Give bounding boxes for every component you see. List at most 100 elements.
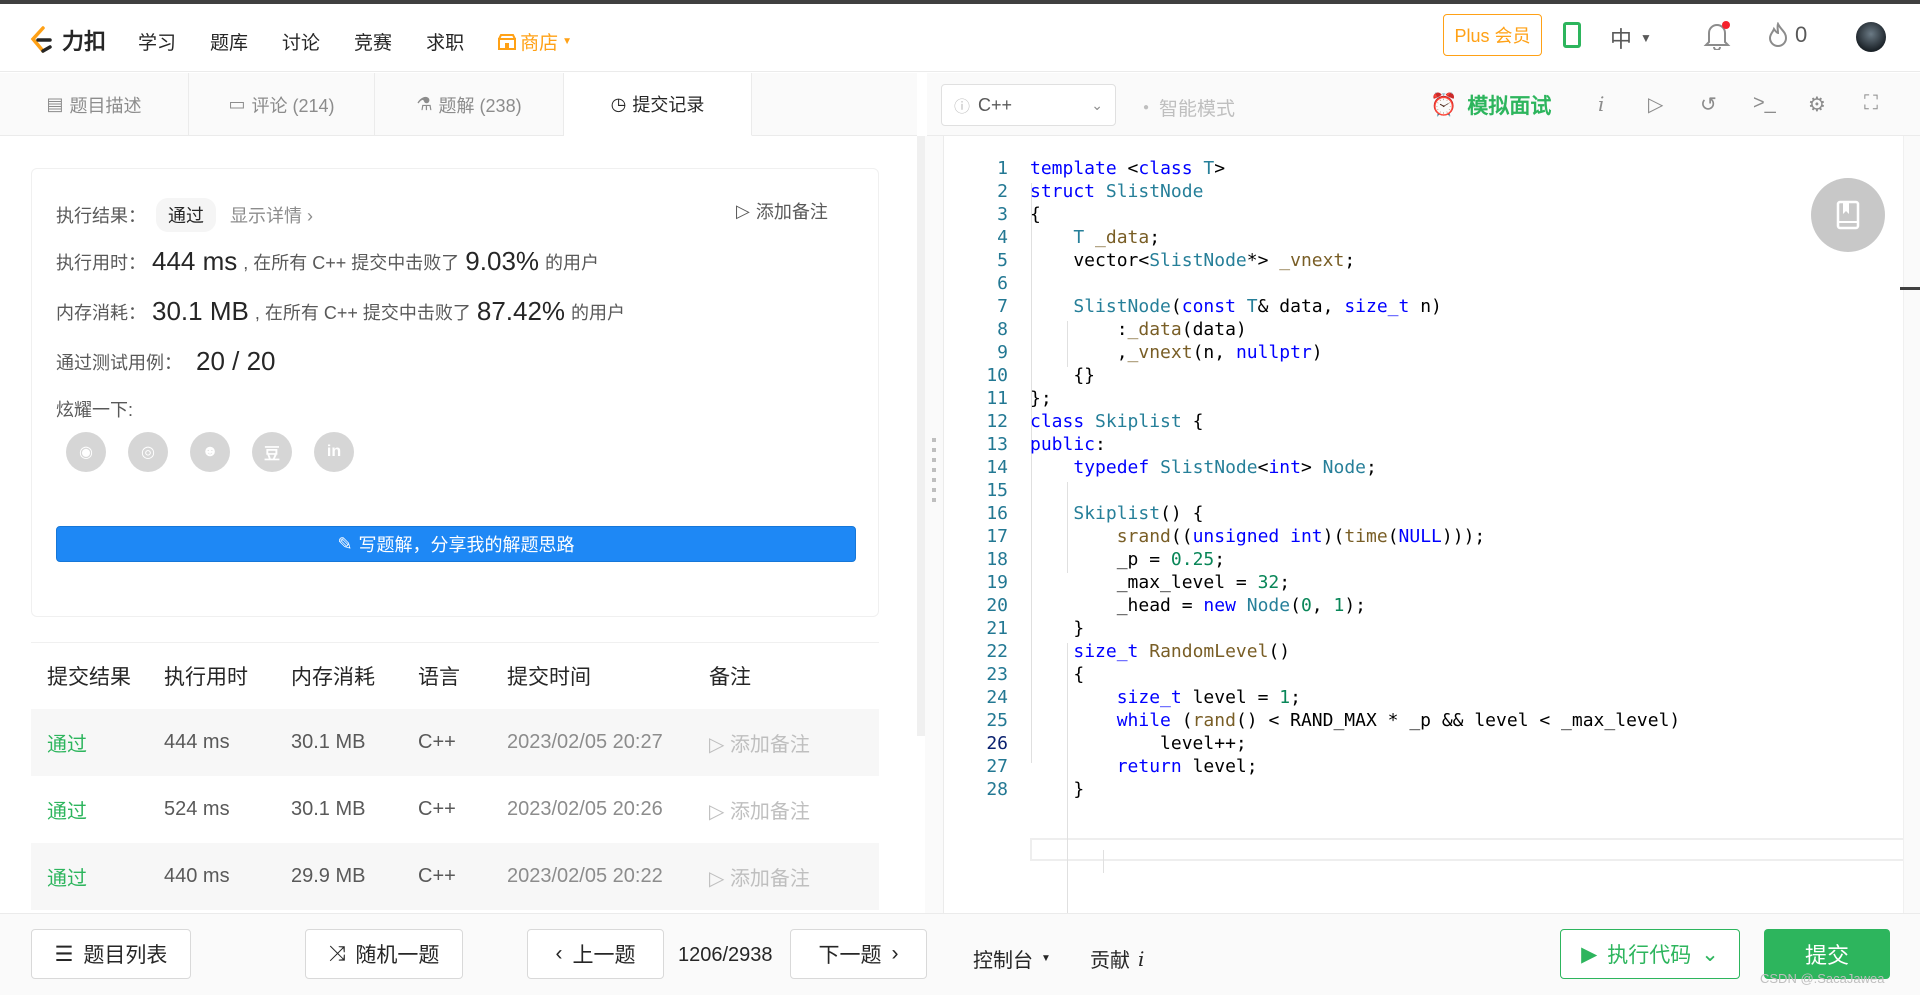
plus-member-button[interactable]: Plus 会员 [1443, 14, 1542, 56]
code-line: return level; [1116, 756, 1258, 777]
language-switch[interactable]: 中 ▼ [1610, 22, 1652, 54]
notes-button[interactable] [1811, 178, 1885, 252]
flag-icon: ▷ [709, 868, 730, 890]
code-line: { [1030, 204, 1041, 225]
code-line: T _data; [1073, 227, 1161, 248]
header-note: 备注 [709, 666, 751, 689]
result-label: 执行结果： [56, 206, 146, 226]
row-memory: 30.1 MB [291, 731, 366, 753]
code-line: size_t level = 1; [1116, 687, 1301, 708]
terminal-icon[interactable]: >_ [1753, 92, 1776, 115]
code-editor[interactable]: 1 template <class T> 2 struct SlistNode 3{4 … [943, 136, 1920, 913]
row-add-note[interactable]: ▷ 添加备注 [709, 728, 879, 757]
scroll-position-marker [1900, 287, 1920, 290]
share-row: 炫耀一下: [56, 396, 133, 422]
fullscreen-icon[interactable]: ⛶ [1864, 92, 1878, 115]
tab-solutions[interactable]: ⚗ 题解 (238) [375, 73, 564, 136]
add-note-button[interactable]: ▷ 添加备注 [736, 198, 828, 224]
run-code-button[interactable]: ▶ 执行代码 ⌄ [1560, 929, 1740, 979]
line-number: 19 [986, 572, 1008, 593]
code-line: struct SlistNode [1030, 181, 1204, 202]
header-time: 提交时间 [507, 666, 591, 689]
line-number: 17 [986, 526, 1008, 547]
watermark: CSDN @.SacaJawea [1760, 971, 1885, 986]
testcases-value: 20 / 20 [196, 346, 276, 376]
line-number: 24 [986, 687, 1008, 708]
line-number: 2 [997, 181, 1008, 202]
notebook-icon [1836, 200, 1860, 230]
doc-icon: ▤ [46, 94, 64, 114]
nav-learn[interactable]: 学习 [138, 28, 176, 55]
line-number: 1 [997, 158, 1008, 179]
row-date: 2023/02/05 20:22 [507, 865, 663, 887]
wechat-share-icon[interactable]: ◉ [66, 432, 106, 472]
contribute-button[interactable]: 贡献 i [1090, 944, 1144, 973]
play-icon: ▶ [1581, 942, 1598, 966]
next-label: 下一题 [818, 944, 882, 967]
table-row[interactable]: 通过 524 ms 30.1 MB C++ 2023/02/05 20:26 ▷… [31, 776, 879, 843]
leetcode-logo[interactable]: 力扣 [28, 24, 106, 56]
nav-contest[interactable]: 竞赛 [354, 28, 392, 55]
row-status[interactable]: 通过 [31, 728, 164, 757]
line-number: 4 [997, 227, 1008, 248]
code-line: vector<SlistNode*> _vnext; [1030, 250, 1356, 271]
panel-resize-handle[interactable] [925, 136, 943, 913]
qq-share-icon[interactable]: ☻ [190, 432, 230, 472]
code-line: } [1030, 618, 1085, 639]
submission-table: 提交结果 执行用时 内存消耗 语言 提交时间 备注 通过 444 ms 30.1… [31, 642, 879, 913]
tab-submissions[interactable]: ◷ 提交记录 [564, 73, 752, 136]
nav-discuss[interactable]: 讨论 [282, 28, 320, 55]
header-runtime: 执行用时 [164, 666, 248, 689]
smart-mode-toggle[interactable]: ● 智能模式 [1143, 94, 1235, 121]
tab-comments-label: 评论 (214) [251, 95, 335, 116]
editor-scrollbar[interactable] [1903, 136, 1920, 913]
write-solution-button[interactable]: ✎ 写题解，分享我的解题思路 [56, 526, 856, 562]
code-line: class Skiplist { [1030, 411, 1204, 432]
prev-problem-button[interactable]: ‹ 上一题 [527, 929, 664, 979]
linkedin-share-icon[interactable]: in [314, 432, 354, 472]
play-icon[interactable]: ▷ [1648, 92, 1663, 117]
row-add-note[interactable]: ▷ 添加备注 [709, 862, 879, 891]
nav-problems[interactable]: 题库 [210, 28, 248, 55]
mock-interview-button[interactable]: ⏰ 模拟面试 [1430, 90, 1551, 120]
flask-icon: ⚗ [416, 94, 433, 114]
row-status[interactable]: 通过 [31, 795, 164, 824]
douban-share-icon[interactable]: 豆 [252, 432, 292, 472]
info-circle-icon: ⓘ [954, 99, 971, 116]
tab-description-label: 题目描述 [69, 95, 142, 116]
line-number: 3 [997, 204, 1008, 225]
row-add-note-label: 添加备注 [729, 868, 810, 890]
random-label: 随机一题 [355, 944, 440, 967]
user-avatar[interactable] [1856, 22, 1886, 52]
points-display[interactable]: 0 [1767, 22, 1807, 48]
language-select[interactable]: ⓘ C++ ⌄ [941, 84, 1116, 126]
mobile-app-icon[interactable] [1563, 22, 1581, 48]
code-line: template <class T> [1030, 158, 1226, 179]
next-problem-button[interactable]: 下一题 › [790, 929, 927, 979]
tab-comments[interactable]: ▭ 评论 (214) [189, 73, 375, 136]
table-row[interactable]: 通过 444 ms 30.1 MB C++ 2023/02/05 20:27 ▷… [31, 709, 879, 776]
shop-icon [498, 33, 517, 50]
left-scrollbar[interactable] [917, 136, 925, 736]
info-icon[interactable]: i [1598, 92, 1604, 116]
nav-shop[interactable]: 商店 ▼ [498, 28, 572, 55]
table-row[interactable]: 通过 440 ms 29.9 MB C++ 2023/02/05 20:22 ▷… [31, 843, 879, 910]
code-line: _max_level = 32; [1030, 572, 1291, 593]
settings-icon[interactable]: ⚙ [1808, 92, 1826, 117]
row-language: C++ [418, 798, 456, 820]
reset-icon[interactable]: ↺ [1700, 92, 1717, 117]
nav-jobs[interactable]: 求职 [426, 28, 464, 55]
row-status[interactable]: 通过 [31, 862, 164, 891]
random-problem-button[interactable]: ⤨ 随机一题 [305, 929, 463, 979]
row-add-note[interactable]: ▷ 添加备注 [709, 795, 879, 824]
tab-description[interactable]: ▤ 题目描述 [0, 73, 189, 136]
problem-list-button[interactable]: ☰ 题目列表 [31, 929, 191, 979]
memory-beat-text: , 在所有 C++ 提交中击败了 [254, 302, 471, 323]
console-toggle[interactable]: 控制台 ▼ [973, 944, 1051, 973]
problem-tabs: ▤ 题目描述 ▭ 评论 (214) ⚗ 题解 (238) ◷ 提交记录 [0, 73, 917, 136]
weibo-share-icon[interactable]: ◎ [128, 432, 168, 472]
shuffle-icon: ⤨ [328, 942, 346, 965]
flag-icon: ▷ [709, 801, 730, 823]
show-details-link[interactable]: 显示详情 › [230, 202, 313, 228]
notification-bell-icon[interactable] [1703, 20, 1731, 50]
